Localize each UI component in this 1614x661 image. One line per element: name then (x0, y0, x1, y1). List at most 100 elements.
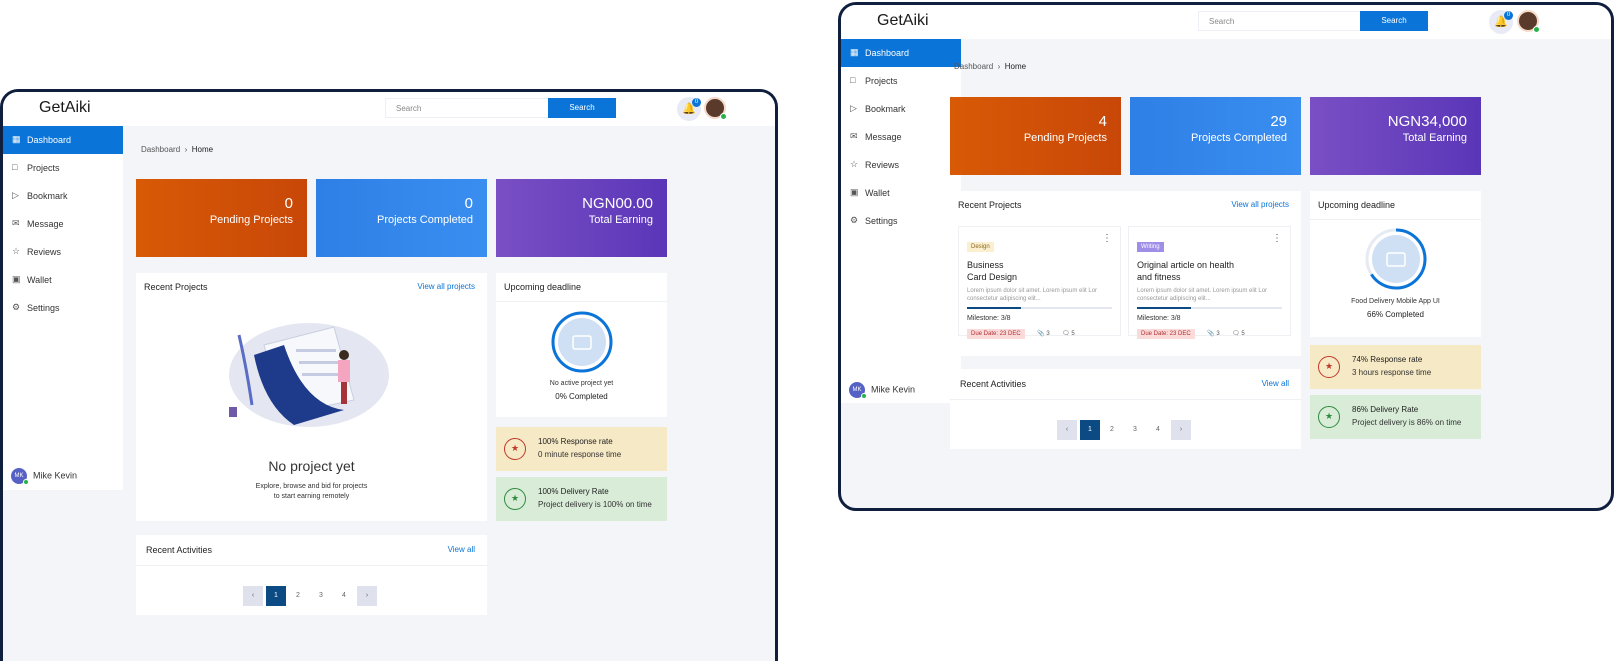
comments-count: 🗨 5 (1232, 330, 1245, 337)
notification-bell-icon[interactable]: 🔔 0 (1489, 10, 1513, 34)
panel-title: Recent Activities (960, 379, 1027, 389)
stat-label: Total Earning (1402, 132, 1467, 144)
project-description: Lorem ipsum dolor sit amet. Lorem ipsum … (967, 288, 1098, 302)
stat-card-pending[interactable]: 4 Pending Projects (950, 97, 1121, 175)
attachments-count: 📎 3 (1207, 330, 1220, 337)
view-all-activities-link[interactable]: View all (448, 545, 475, 554)
online-indicator (861, 393, 867, 399)
pagination-next[interactable]: › (357, 586, 377, 606)
sidebar-item-message[interactable]: ✉ Message (841, 123, 961, 151)
stat-card-earning[interactable]: NGN00.00 Total Earning (496, 179, 667, 257)
panel-title: Upcoming deadline (504, 282, 582, 292)
pagination-page[interactable]: 1 (266, 586, 286, 606)
sidebar-item-wallet[interactable]: ▣ Wallet (841, 179, 961, 207)
stat-value: NGN00.00 (582, 195, 653, 212)
sidebar-item-label: Message (865, 132, 902, 142)
sidebar-item-reviews[interactable]: ☆ Reviews (3, 238, 123, 266)
progress-fill (967, 307, 1022, 309)
deadline-project: Food Delivery Mobile App UI (1351, 298, 1440, 305)
stat-card-completed[interactable]: 0 Projects Completed (316, 179, 487, 257)
project-card[interactable]: Writing ⋮ Original article on health and … (1128, 226, 1291, 339)
notification-bell-icon[interactable]: 🔔 0 (677, 97, 701, 121)
progress-ring (551, 311, 613, 373)
pagination-page[interactable]: 1 (1080, 420, 1100, 440)
sidebar-item-projects[interactable]: □ Projects (841, 67, 961, 95)
stat-card-earning[interactable]: NGN34,000 Total Earning (1310, 97, 1481, 175)
kebab-icon[interactable]: ⋮ (1102, 233, 1112, 244)
user-profile[interactable]: MK Mike Kevin (849, 382, 916, 399)
pagination-page[interactable]: 2 (288, 586, 308, 606)
view-all-projects-link[interactable]: View all projects (417, 282, 475, 291)
milestone-text: Milestone: 3/8 (1137, 315, 1181, 322)
pagination-page[interactable]: 4 (334, 586, 354, 606)
sidebar-item-message[interactable]: ✉ Message (3, 210, 123, 238)
user-profile[interactable]: MK Mike Kevin (11, 468, 77, 485)
mail-icon: ✉ (12, 218, 20, 228)
attachments-value: 3 (1046, 331, 1050, 337)
app-logo[interactable]: GetAiki (39, 99, 91, 117)
sidebar-item-label: Settings (27, 303, 60, 313)
grid-icon: ▦ (12, 134, 21, 144)
breadcrumb-root[interactable]: Dashboard (141, 145, 180, 154)
search-input[interactable]: Search (385, 98, 555, 118)
app-logo[interactable]: GetAiki (877, 12, 929, 30)
sidebar-item-reviews[interactable]: ☆ Reviews (841, 151, 961, 179)
pagination-page[interactable]: 3 (1125, 420, 1145, 440)
sidebar-item-dashboard[interactable]: ▦ Dashboard (841, 39, 961, 67)
project-card[interactable]: Design ⋮ Business Card Design Lorem ipsum… (958, 226, 1121, 339)
attachments-value: 3 (1216, 331, 1220, 337)
kebab-icon[interactable]: ⋮ (1272, 233, 1282, 244)
view-all-projects-link[interactable]: View all projects (1231, 200, 1289, 209)
breadcrumb-current: Home (1004, 62, 1027, 71)
online-indicator (23, 479, 29, 485)
notification-badge: 0 (692, 98, 701, 107)
avatar[interactable] (704, 97, 727, 120)
sidebar-item-projects[interactable]: □ Projects (3, 154, 123, 182)
project-title: Business Card Design (967, 259, 1112, 283)
briefcase-icon: □ (850, 75, 856, 85)
sidebar-item-settings[interactable]: ⚙ Settings (841, 207, 961, 235)
search-input[interactable]: Search (1198, 11, 1368, 31)
delivery-rate-subtitle: Project delivery is 100% on time (538, 500, 652, 509)
dashboard-screen-populated: GetAiki Search Search 🔔 0 ▦ Dashboard □ Pro… (838, 2, 1614, 511)
avatar[interactable] (1517, 10, 1540, 33)
response-rate-card: ★ 100% Response rate 0 minute response t… (496, 427, 667, 471)
project-title: Original article on health and fitness (1137, 259, 1282, 283)
search-button[interactable]: Search (1360, 11, 1428, 31)
pagination-prev[interactable]: ‹ (243, 586, 263, 606)
grid-icon: ▦ (850, 47, 859, 57)
search-button[interactable]: Search (548, 98, 616, 118)
sidebar-item-wallet[interactable]: ▣ Wallet (3, 266, 123, 294)
milestone-progress-bar (967, 307, 1112, 309)
pagination-page[interactable]: 3 (311, 586, 331, 606)
bookmark-icon: ▷ (12, 190, 19, 200)
breadcrumb-root[interactable]: Dashboard (954, 62, 993, 71)
user-name: Mike Kevin (871, 384, 916, 395)
chevron-right-icon: › (995, 62, 1003, 71)
project-description: Lorem ipsum dolor sit amet. Lorem ipsum … (1137, 288, 1268, 302)
wallet-icon: ▣ (850, 187, 859, 197)
empty-state-text-1: Explore, browse and bid for projects (255, 483, 368, 490)
sidebar-item-label: Bookmark (27, 191, 68, 201)
recent-projects-panel: Recent Projects View all projects Design… (950, 191, 1301, 356)
view-all-activities-link[interactable]: View all (1262, 379, 1289, 388)
sidebar-item-label: Dashboard (27, 135, 72, 145)
star-icon: ☆ (850, 159, 859, 169)
pagination-next[interactable]: › (1171, 420, 1191, 440)
sidebar-item-settings[interactable]: ⚙ Settings (3, 294, 123, 322)
project-title-line: Original article on health (1137, 260, 1235, 270)
pagination-prev[interactable]: ‹ (1057, 420, 1077, 440)
stat-card-pending[interactable]: 0 Pending Projects (136, 179, 307, 257)
pagination-page[interactable]: 4 (1148, 420, 1168, 440)
sidebar-item-dashboard[interactable]: ▦ Dashboard (3, 126, 123, 154)
user-avatar: MK (849, 382, 867, 399)
stat-card-completed[interactable]: 29 Projects Completed (1130, 97, 1301, 175)
star-icon: ★ (1318, 356, 1340, 378)
pagination: ‹ 1 2 3 4 › (243, 586, 378, 606)
milestone-progress-bar (1137, 307, 1282, 309)
comment-icon: 🗨 (1062, 331, 1070, 337)
sidebar-item-bookmark[interactable]: ▷ Bookmark (841, 95, 961, 123)
pagination-page[interactable]: 2 (1102, 420, 1122, 440)
breadcrumb-current: Home (191, 145, 214, 154)
sidebar-item-bookmark[interactable]: ▷ Bookmark (3, 182, 123, 210)
